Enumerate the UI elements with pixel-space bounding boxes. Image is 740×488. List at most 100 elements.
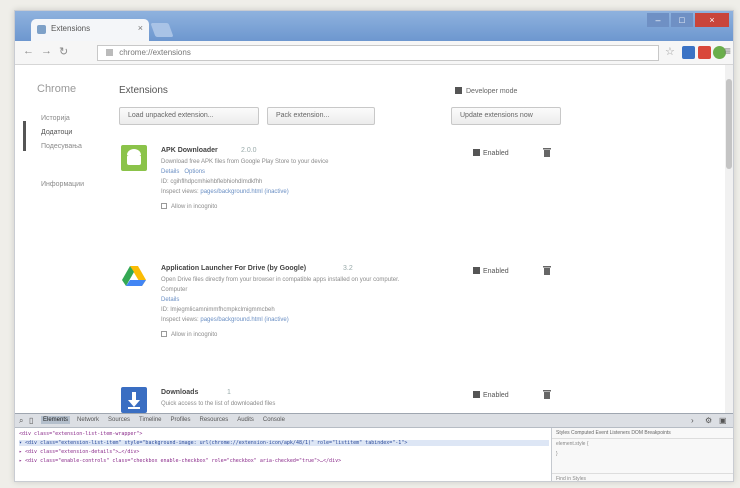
extension-links: Details Options	[161, 169, 205, 175]
developer-mode-toggle[interactable]: Developer mode	[455, 87, 517, 95]
incognito-label: Allow in incognito	[171, 332, 218, 338]
extension-name: Downloads	[161, 389, 199, 396]
tab-title: Extensions	[51, 24, 91, 33]
find-in-styles[interactable]: Find in Styles	[552, 473, 733, 481]
checkbox-icon	[473, 391, 480, 398]
extension-item: Application Launcher For Drive (by Googl…	[121, 263, 571, 373]
address-text: chrome://extensions	[119, 48, 191, 57]
extension-name: APK Downloader	[161, 147, 218, 154]
close-icon[interactable]: ×	[138, 23, 143, 33]
sidebar-item-about[interactable]: Информации	[41, 181, 84, 188]
enabled-checkbox[interactable]: Enabled	[473, 391, 509, 399]
devtools-tabs: Elements Network Sources Timeline Profil…	[41, 416, 287, 424]
load-unpacked-button[interactable]: Load unpacked extension...	[119, 107, 259, 125]
tab-profiles[interactable]: Profiles	[169, 416, 193, 424]
console-drawer-icon[interactable]: ›	[691, 416, 694, 425]
checkbox-icon	[473, 267, 480, 274]
page-icon	[106, 49, 113, 56]
extension-name: Application Launcher For Drive (by Googl…	[161, 265, 307, 272]
scrollbar-thumb[interactable]	[726, 79, 732, 169]
minimize-button[interactable]: –	[647, 13, 669, 27]
tab-sources[interactable]: Sources	[106, 416, 132, 424]
incognito-checkbox[interactable]: Allow in incognito	[161, 203, 217, 210]
tab-network[interactable]: Network	[75, 416, 101, 424]
styles-pane-tabs[interactable]: Styles Computed Event Listeners DOM Brea…	[552, 428, 733, 439]
tab-timeline[interactable]: Timeline	[137, 416, 163, 424]
inspect-views: Inspect views: pages/background.html (in…	[161, 189, 289, 195]
inspect-views-label: Inspect views:	[161, 317, 199, 323]
menu-icon[interactable]: ≡	[724, 44, 731, 58]
style-rule-end: }	[556, 451, 558, 457]
tab-resources[interactable]: Resources	[198, 416, 231, 424]
incognito-checkbox[interactable]: Allow in incognito	[161, 331, 217, 338]
inspect-views: Inspect views: pages/background.html (in…	[161, 317, 289, 323]
extension-toolbar-icon[interactable]	[698, 46, 711, 59]
dom-line-selected[interactable]: ▾ <div class="extension-list-item" style…	[19, 440, 549, 446]
extension-version: 3.2	[343, 265, 353, 272]
extension-toolbar-icon[interactable]	[682, 46, 695, 59]
incognito-label: Allow in incognito	[171, 204, 218, 210]
checkbox-icon	[161, 331, 167, 337]
new-tab-button[interactable]	[150, 23, 174, 37]
gear-icon[interactable]: ⚙	[705, 416, 712, 425]
page-scrollbar[interactable]	[725, 65, 733, 413]
browser-window: Extensions × – □ × ← → ↻ chrome://extens…	[14, 10, 734, 482]
inspect-link[interactable]: pages/background.html (inactive)	[200, 317, 288, 323]
enabled-label: Enabled	[483, 268, 509, 275]
tab-elements[interactable]: Elements	[41, 416, 71, 424]
update-extensions-button[interactable]: Update extensions now	[451, 107, 561, 125]
forward-arrow-icon[interactable]: →	[41, 45, 52, 57]
trash-icon[interactable]	[543, 265, 551, 275]
extensions-page: Chrome Историја Додатоци Подесувања Инфо…	[15, 65, 733, 413]
extension-description: Quick access to the list of downloaded f…	[161, 401, 276, 407]
extension-description: Download free APK files from Google Play…	[161, 159, 329, 165]
details-link[interactable]: Details	[161, 297, 179, 303]
sidebar-selection-marker	[23, 121, 26, 151]
maximize-button[interactable]: □	[671, 13, 693, 27]
inspect-views-label: Inspect views:	[161, 189, 199, 195]
download-icon	[121, 387, 147, 413]
sidebar-title: Chrome	[37, 83, 77, 95]
page-title: Extensions	[119, 85, 168, 96]
dock-icon[interactable]: ▣	[719, 416, 727, 425]
device-mode-icon[interactable]: ▯	[29, 416, 33, 425]
trash-icon[interactable]	[543, 389, 551, 399]
enabled-label: Enabled	[483, 392, 509, 399]
reload-icon[interactable]: ↻	[59, 45, 68, 58]
browser-toolbar: ← → ↻ chrome://extensions ☆ ≡	[15, 41, 733, 65]
dom-line[interactable]: <div class="extension-list-item-wrapper"…	[19, 431, 549, 437]
dom-line[interactable]: ▸ <div class="extension-details">…</div>	[19, 449, 549, 455]
window-controls: – □ ×	[647, 13, 729, 27]
enabled-checkbox[interactable]: Enabled	[473, 267, 509, 275]
extension-id: ID: cgihflhdpcmhiehbflebhiohdlmdkfhh	[161, 179, 263, 185]
tab-audits[interactable]: Audits	[235, 416, 256, 424]
extension-item: Downloads 1 Quick access to the list of …	[121, 387, 571, 413]
tab-console[interactable]: Console	[261, 416, 287, 424]
inspect-element-icon[interactable]: ⌕	[19, 416, 23, 426]
devtools-panel: ⌕ ▯ Elements Network Sources Timeline Pr…	[15, 413, 733, 481]
trash-icon[interactable]	[543, 147, 551, 157]
extension-item: APK Downloader 2.0.0 Download free APK f…	[121, 145, 571, 245]
styles-pane: Styles Computed Event Listeners DOM Brea…	[551, 428, 733, 481]
devtools-toolbar: ⌕ ▯ Elements Network Sources Timeline Pr…	[15, 414, 733, 428]
extension-version: 1	[227, 389, 231, 396]
options-link[interactable]: Options	[184, 169, 205, 175]
inspect-link[interactable]: pages/background.html (inactive)	[200, 189, 288, 195]
checkbox-icon	[455, 87, 462, 94]
back-arrow-icon[interactable]: ←	[23, 45, 34, 57]
window-close-button[interactable]: ×	[695, 13, 729, 27]
sidebar-item-extensions[interactable]: Додатоци	[41, 129, 72, 136]
tab-extensions[interactable]: Extensions ×	[31, 19, 149, 41]
address-bar[interactable]: chrome://extensions	[97, 45, 659, 61]
sidebar-item-settings[interactable]: Подесувања	[41, 143, 82, 150]
title-bar: Extensions × – □ ×	[15, 11, 733, 41]
star-icon[interactable]: ☆	[665, 45, 675, 58]
checkbox-icon	[473, 149, 480, 156]
sidebar-item-history[interactable]: Историја	[41, 115, 70, 122]
dom-line[interactable]: ▸ <div class="enable-controls" class="ch…	[19, 458, 549, 464]
extension-description: Open Drive files directly from your brow…	[161, 277, 400, 283]
pack-extension-button[interactable]: Pack extension...	[267, 107, 375, 125]
developer-mode-label: Developer mode	[466, 88, 518, 95]
enabled-checkbox[interactable]: Enabled	[473, 149, 509, 157]
details-link[interactable]: Details	[161, 169, 179, 175]
